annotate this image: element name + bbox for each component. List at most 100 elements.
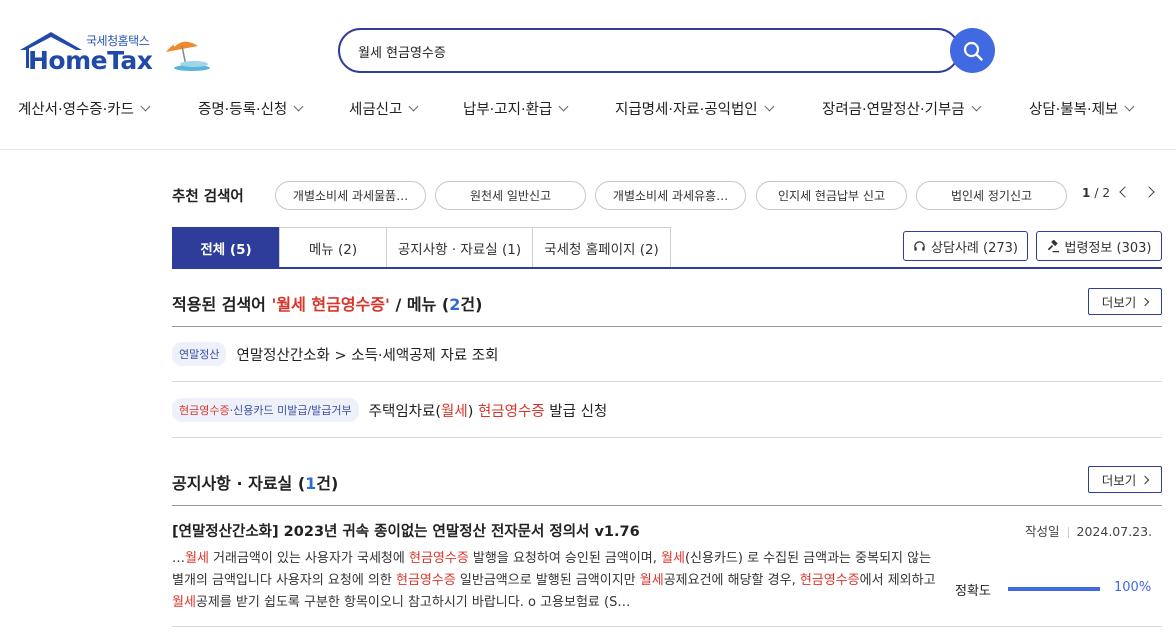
title-text: 건) bbox=[316, 474, 339, 493]
text-part: 발급 신청 bbox=[544, 403, 608, 420]
recommended-keyword-pill[interactable]: 인지세 현금납부 신고 bbox=[756, 181, 907, 210]
consult-cases-button[interactable]: 상담사례 (273) bbox=[903, 231, 1028, 261]
document-title[interactable]: [연말정산간소화] 2023년 귀속 종이없는 연말정산 전자문서 정의서 v1… bbox=[172, 520, 640, 541]
text-part: 주택임차료( bbox=[368, 403, 441, 420]
result-count: 1 bbox=[305, 474, 317, 493]
snippet-text: 공제요건에 해당할 경우, bbox=[663, 573, 800, 588]
applied-query: '월세 현금영수증' bbox=[271, 295, 390, 314]
nav-label: 지급명세·자료·공익법인 bbox=[615, 102, 758, 118]
text-highlight: 월세 bbox=[441, 403, 468, 420]
category-tag: 연말정산 bbox=[172, 342, 227, 366]
nav-label: 상담·불복·제보 bbox=[1029, 102, 1119, 118]
menu-result-item[interactable]: 현금영수증·신용카드 미발급/발급거부 주택임차료(월세) 현금영수증 발급 신… bbox=[172, 398, 608, 422]
category-tag: 현금영수증·신용카드 미발급/발급거부 bbox=[172, 398, 359, 422]
tab-all[interactable]: 전체 (5) bbox=[172, 227, 280, 268]
accuracy-bar-fill bbox=[1008, 587, 1100, 591]
recommended-keyword-pill[interactable]: 개별소비세 과세유흥… bbox=[595, 181, 746, 210]
chevron-down-icon bbox=[558, 101, 569, 112]
chevron-down-icon bbox=[971, 101, 982, 112]
pager-current: 1 bbox=[1082, 186, 1091, 200]
recommended-keyword-pill[interactable]: 원천세 일반신고 bbox=[435, 181, 586, 210]
tab-nts-homepage[interactable]: 국세청 홈페이지 (2) bbox=[532, 227, 671, 268]
text-highlight: 현금영수증 bbox=[477, 403, 545, 420]
tab-notice-data[interactable]: 공지사항 · 자료실 (1) bbox=[386, 227, 533, 268]
row-divider bbox=[172, 437, 1162, 438]
search-input[interactable] bbox=[358, 39, 918, 63]
hometax-logo[interactable]: 국세청홈택스 HomeTax bbox=[18, 28, 218, 76]
nav-tax-report[interactable]: 세금신고 bbox=[349, 98, 419, 119]
nav-statements-data[interactable]: 지급명세·자료·공익법인 bbox=[615, 98, 775, 119]
snippet-highlight: 월세 bbox=[172, 595, 196, 610]
law-info-button[interactable]: 법령정보 (303) bbox=[1036, 231, 1162, 261]
snippet-text: 발행을 요청하여 승인된 금액이며, bbox=[468, 551, 662, 566]
nav-payment-refund[interactable]: 납부·고지·환급 bbox=[463, 98, 569, 119]
title-text: / 메뉴 ( bbox=[389, 295, 450, 314]
nav-label: 장려금·연말정산·기부금 bbox=[822, 102, 965, 118]
nav-label: 증명·등록·신청 bbox=[198, 102, 288, 118]
nav-label: 세금신고 bbox=[349, 102, 403, 118]
recommended-keywords-title: 추천 검색어 bbox=[172, 189, 244, 205]
headset-icon bbox=[914, 240, 925, 251]
header-divider bbox=[0, 149, 1176, 150]
gavel-icon bbox=[1047, 239, 1059, 252]
tag-highlight: 현금영수증 bbox=[179, 404, 230, 417]
menu-result-text[interactable]: 연말정산간소화 > 소득·세액공제 자료 조회 bbox=[236, 344, 498, 365]
recommended-keyword-pill[interactable]: 개별소비세 과세물품… bbox=[275, 181, 426, 210]
nav-invoice-receipt-card[interactable]: 계산서·영수증·카드 bbox=[18, 98, 151, 119]
meta-separator bbox=[1067, 527, 1069, 538]
menu-result-item[interactable]: 연말정산 연말정산간소화 > 소득·세액공제 자료 조회 bbox=[172, 342, 498, 366]
snippet-highlight: 월세 bbox=[661, 551, 685, 566]
section-divider bbox=[172, 505, 1162, 506]
chevron-down-icon bbox=[140, 101, 151, 112]
accuracy-bar bbox=[1008, 587, 1100, 591]
beach-umbrella-icon bbox=[166, 39, 210, 71]
meta-label: 작성일 bbox=[1025, 524, 1060, 539]
title-text: 건) bbox=[460, 295, 483, 314]
more-label: 더보기 bbox=[1101, 295, 1137, 310]
result-count: 2 bbox=[449, 295, 461, 314]
snippet-highlight: 현금영수증 bbox=[395, 573, 456, 588]
recommended-pager: 1 / 2 bbox=[1082, 186, 1110, 200]
law-info-label: 법령정보 (303) bbox=[1064, 240, 1152, 256]
snippet-highlight: 월세 bbox=[185, 551, 209, 566]
text-part: ) bbox=[467, 403, 478, 420]
accuracy-label: 정확도 bbox=[955, 584, 991, 599]
next-page-icon[interactable] bbox=[1143, 186, 1155, 198]
nav-certificate-register[interactable]: 증명·등록·신청 bbox=[198, 98, 304, 119]
logo-hometax-text: HomeTax bbox=[28, 46, 153, 75]
more-label: 더보기 bbox=[1101, 473, 1137, 488]
chevron-down-icon bbox=[1124, 101, 1135, 112]
menu-result-text[interactable]: 주택임차료(월세) 현금영수증 발급 신청 bbox=[369, 400, 608, 421]
notice-more-button[interactable]: 더보기 bbox=[1088, 466, 1162, 493]
title-text: 적용된 검색어 bbox=[172, 295, 272, 314]
document-meta: 작성일 2024.07.23. bbox=[1025, 521, 1152, 540]
nav-label: 납부·고지·환급 bbox=[463, 102, 553, 118]
chevron-right-icon bbox=[1141, 297, 1150, 306]
search-button[interactable] bbox=[950, 28, 995, 73]
tab-menu[interactable]: 메뉴 (2) bbox=[279, 227, 387, 268]
chevron-down-icon bbox=[764, 101, 775, 112]
consult-cases-label: 상담사례 (273) bbox=[931, 240, 1018, 256]
search-icon bbox=[963, 41, 983, 61]
tab-underline bbox=[172, 267, 1162, 269]
snippet-text: 거래금액이 있는 사용자가 국세청에 bbox=[208, 551, 409, 566]
menu-section-title: 적용된 검색어 '월세 현금영수증' / 메뉴 (2건) bbox=[172, 291, 482, 315]
main-navigation: 계산서·영수증·카드 증명·등록·신청 세금신고 납부·고지·환급 지급명세·자… bbox=[0, 98, 1176, 126]
document-date: 2024.07.23. bbox=[1076, 524, 1153, 539]
pager-total: 2 bbox=[1102, 186, 1111, 200]
nav-consult-appeal[interactable]: 상담·불복·제보 bbox=[1029, 98, 1135, 119]
chevron-right-icon bbox=[1141, 475, 1150, 484]
snippet-text: 공제를 받기 쉽도록 구분한 항목이오니 참고하시기 바랍니다. o 고용보험료… bbox=[195, 595, 631, 610]
recommended-keyword-pill[interactable]: 법인세 정기신고 bbox=[916, 181, 1067, 210]
snippet-text: 에서 제외하고 bbox=[859, 573, 936, 588]
section-divider bbox=[172, 326, 1162, 327]
row-divider bbox=[172, 626, 1162, 627]
pager-separator: / bbox=[1094, 186, 1099, 200]
snippet-highlight: 현금영수증 bbox=[408, 551, 469, 566]
menu-more-button[interactable]: 더보기 bbox=[1088, 288, 1162, 315]
search-box bbox=[338, 28, 960, 73]
nav-incentive-yearend[interactable]: 장려금·연말정산·기부금 bbox=[822, 98, 982, 119]
snippet-highlight: 현금영수증 bbox=[799, 573, 860, 588]
prev-page-icon[interactable] bbox=[1119, 186, 1131, 198]
tag-text: ·신용카드 미발급/발급거부 bbox=[229, 404, 352, 417]
